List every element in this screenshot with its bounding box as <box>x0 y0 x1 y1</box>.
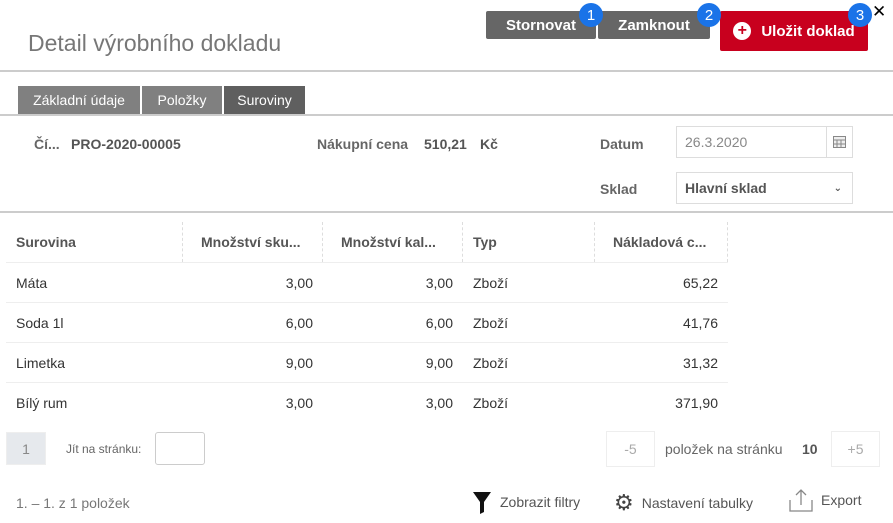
tab-materials[interactable]: Suroviny <box>224 86 305 114</box>
chevron-down-icon: ⌄ <box>833 182 842 194</box>
minus-5-button[interactable]: -5 <box>606 431 655 467</box>
save-button[interactable]: + Uložit doklad <box>720 11 868 51</box>
cell-type: Zboží <box>473 315 509 331</box>
cell-type: Zboží <box>473 395 509 411</box>
goto-page-input[interactable] <box>155 432 205 465</box>
col-type[interactable]: Typ <box>463 222 595 262</box>
calendar-icon[interactable] <box>826 127 852 157</box>
cell-material: Máta <box>16 275 48 291</box>
col-qty-calc[interactable]: Množství kal... <box>323 222 463 262</box>
table-row[interactable]: Soda 1l 6,00 6,00 Zboží 41,76 <box>6 302 728 342</box>
table-settings-label: Nastavení tabulky <box>641 495 754 511</box>
cell-type: Zboží <box>473 355 509 371</box>
export-label: Export <box>821 492 862 508</box>
gear-icon: ⚙ <box>614 490 634 515</box>
col-cost[interactable]: Nákladová c... <box>595 222 728 262</box>
cell-cost: 65,22 <box>682 275 718 291</box>
cell-qty-calc: 3,00 <box>425 275 453 291</box>
price-value: 510,21 <box>424 136 467 152</box>
cell-qty-stock: 9,00 <box>285 355 313 371</box>
date-label: Datum <box>600 136 644 152</box>
cell-qty-stock: 3,00 <box>285 275 313 291</box>
lock-button[interactable]: Zamknout <box>598 11 710 39</box>
export-icon <box>789 489 813 512</box>
table-row[interactable]: Limetka 9,00 9,00 Zboží 31,32 <box>6 342 728 382</box>
items-summary: 1. – 1. z 1 položek <box>16 495 130 511</box>
show-filters-label: Zobrazit filtry <box>500 494 581 510</box>
cell-cost: 31,32 <box>682 355 718 371</box>
tab-items[interactable]: Položky <box>142 86 222 114</box>
col-material[interactable]: Surovina <box>6 222 183 262</box>
date-value: 26.3.2020 <box>685 134 748 150</box>
plus-icon: + <box>733 22 752 40</box>
number-value: PRO-2020-00005 <box>71 136 181 152</box>
col-qty-stock[interactable]: Množství sku... <box>183 222 323 262</box>
divider <box>0 114 893 116</box>
filter-icon <box>473 492 491 514</box>
page-1-button[interactable]: 1 <box>6 432 46 465</box>
cell-cost: 41,76 <box>682 315 718 331</box>
divider <box>0 211 893 213</box>
per-page-value: 10 <box>802 441 818 457</box>
save-label: Uložit doklad <box>761 22 855 40</box>
currency: Kč <box>480 136 498 152</box>
cell-qty-stock: 6,00 <box>285 315 313 331</box>
export-button[interactable]: Export <box>789 488 861 512</box>
store-select[interactable]: Hlavní sklad ⌄ <box>676 172 853 204</box>
date-input[interactable]: 26.3.2020 <box>676 126 853 158</box>
table-settings-button[interactable]: ⚙ Nastavení tabulky <box>614 490 753 516</box>
cell-qty-calc: 9,00 <box>425 355 453 371</box>
badge-1: 1 <box>579 3 603 27</box>
divider <box>0 70 893 72</box>
goto-label: Jít na stránku: <box>66 442 142 456</box>
tab-basic[interactable]: Základní údaje <box>18 86 140 114</box>
plus-5-button[interactable]: +5 <box>831 431 880 467</box>
cell-qty-stock: 3,00 <box>285 395 313 411</box>
store-label: Sklad <box>600 181 638 197</box>
per-page-label: položek na stránku <box>665 441 783 457</box>
cell-material: Bílý rum <box>16 395 68 411</box>
close-icon[interactable]: ✕ <box>872 2 886 22</box>
price-label: Nákupní cena <box>317 136 409 152</box>
cell-qty-calc: 6,00 <box>425 315 453 331</box>
badge-2: 2 <box>697 3 721 27</box>
cell-material: Soda 1l <box>16 315 64 331</box>
cell-type: Zboží <box>473 275 509 291</box>
cell-qty-calc: 3,00 <box>425 395 453 411</box>
store-value: Hlavní sklad <box>685 180 767 196</box>
number-label: Čí... <box>34 136 60 152</box>
page-title: Detail výrobního dokladu <box>28 30 282 56</box>
badge-3: 3 <box>848 3 872 27</box>
cell-material: Limetka <box>16 355 66 371</box>
table-row[interactable]: Bílý rum 3,00 3,00 Zboží 371,90 <box>6 382 728 422</box>
show-filters-button[interactable]: Zobrazit filtry <box>472 490 580 514</box>
table-row[interactable]: Máta 3,00 3,00 Zboží 65,22 <box>6 262 728 302</box>
cell-cost: 371,90 <box>675 395 718 411</box>
